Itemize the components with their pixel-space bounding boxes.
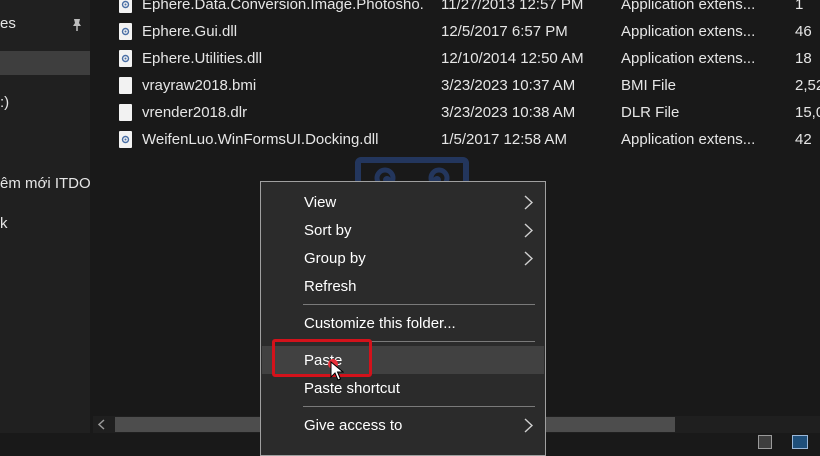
pin-icon <box>73 19 81 31</box>
file-name: WeifenLuo.WinFormsUI.Docking.dll <box>142 131 379 148</box>
file-size: 1 <box>795 0 804 13</box>
menu-item-group-by[interactable]: Group by <box>262 244 544 272</box>
nav-item-folder-itdol[interactable]: êm mới ITDOL <box>0 172 90 196</box>
table-row[interactable]: Ephere.Gui.dll 12/5/2017 6:57 PM Applica… <box>90 19 820 46</box>
file-type: Application extens... <box>621 23 756 40</box>
file-type: Application extens... <box>621 50 756 67</box>
chevron-right-icon <box>524 195 533 210</box>
menu-item-paste-shortcut[interactable]: Paste shortcut <box>262 374 544 402</box>
menu-item-label: Give access to <box>304 417 403 434</box>
file-type: Application extens... <box>621 0 756 13</box>
file-date: 1/5/2017 12:58 AM <box>441 131 567 148</box>
table-row[interactable]: Ephere.Data.Conversion.Image.Photosho...… <box>90 0 820 19</box>
file-size: 18 <box>795 50 812 67</box>
table-row[interactable]: WeifenLuo.WinFormsUI.Docking.dll 1/5/201… <box>90 127 820 154</box>
blank-file-icon <box>119 77 132 94</box>
dll-file-icon <box>119 0 132 13</box>
file-type: Application extens... <box>621 131 756 148</box>
chevron-right-icon <box>524 251 533 266</box>
nav-item-label: :) <box>0 94 10 111</box>
file-name: vrender2018.dlr <box>142 104 248 121</box>
file-name: Ephere.Data.Conversion.Image.Photosho... <box>142 0 424 13</box>
menu-separator <box>303 304 535 305</box>
menu-item-view[interactable]: View <box>262 188 544 216</box>
file-size: 15,04 <box>795 104 820 121</box>
nav-item-label: êm mới ITDOL <box>0 175 90 192</box>
details-view-icon[interactable] <box>758 435 772 449</box>
scroll-left-icon[interactable] <box>97 419 107 430</box>
nav-item-network[interactable]: k <box>0 212 90 236</box>
menu-item-label: View <box>304 194 337 211</box>
chevron-right-icon <box>524 223 533 238</box>
blank-file-icon <box>119 104 132 121</box>
dll-file-icon <box>119 131 132 148</box>
menu-item-label: Group by <box>304 250 366 267</box>
menu-item-sort-by[interactable]: Sort by <box>262 216 544 244</box>
menu-item-label: Sort by <box>304 222 352 239</box>
table-row[interactable]: vrender2018.dlr 3/23/2023 10:38 AM DLR F… <box>90 100 820 127</box>
navigation-pane: es :) êm mới ITDOL k <box>0 0 90 450</box>
dll-file-icon <box>119 23 132 40</box>
table-row[interactable]: Ephere.Utilities.dll 12/10/2014 12:50 AM… <box>90 46 820 73</box>
table-row[interactable]: vrayraw2018.bmi 3/23/2023 10:37 AM BMI F… <box>90 73 820 100</box>
file-date: 3/23/2023 10:38 AM <box>441 104 576 121</box>
file-date: 3/23/2023 10:37 AM <box>441 77 576 94</box>
nav-item-quick-access[interactable]: es <box>0 12 90 36</box>
file-date: 11/27/2013 12:57 PM <box>441 0 584 13</box>
menu-item-customize-folder[interactable]: Customize this folder... <box>262 309 544 337</box>
menu-item-label: Paste shortcut <box>304 380 400 397</box>
file-name: Ephere.Gui.dll <box>142 23 238 40</box>
nav-item-selected[interactable] <box>0 51 90 75</box>
menu-item-label: Customize this folder... <box>304 315 456 332</box>
chevron-right-icon <box>524 418 533 433</box>
nav-item-drive[interactable]: :) <box>0 91 90 115</box>
context-menu: View Sort by Group by Refresh Customize … <box>260 181 546 456</box>
file-size: 42 <box>795 131 812 148</box>
file-name: Ephere.Utilities.dll <box>142 50 263 67</box>
large-icons-view-icon[interactable] <box>792 435 808 449</box>
menu-separator <box>303 406 535 407</box>
mouse-cursor-icon <box>330 361 344 381</box>
file-type: DLR File <box>621 104 680 121</box>
menu-item-give-access[interactable]: Give access to <box>262 411 544 439</box>
nav-item-label: k <box>0 215 8 232</box>
highlight-box <box>272 339 372 377</box>
file-date: 12/10/2014 12:50 AM <box>441 50 584 67</box>
file-size: 46 <box>795 23 812 40</box>
file-date: 12/5/2017 6:57 PM <box>441 23 568 40</box>
file-name: vrayraw2018.bmi <box>142 77 257 94</box>
file-type: BMI File <box>621 77 677 94</box>
file-size: 2,52 <box>795 77 820 94</box>
nav-item-label: es <box>0 15 16 32</box>
dll-file-icon <box>119 50 132 67</box>
menu-item-refresh[interactable]: Refresh <box>262 272 544 300</box>
menu-item-label: Refresh <box>304 278 357 295</box>
